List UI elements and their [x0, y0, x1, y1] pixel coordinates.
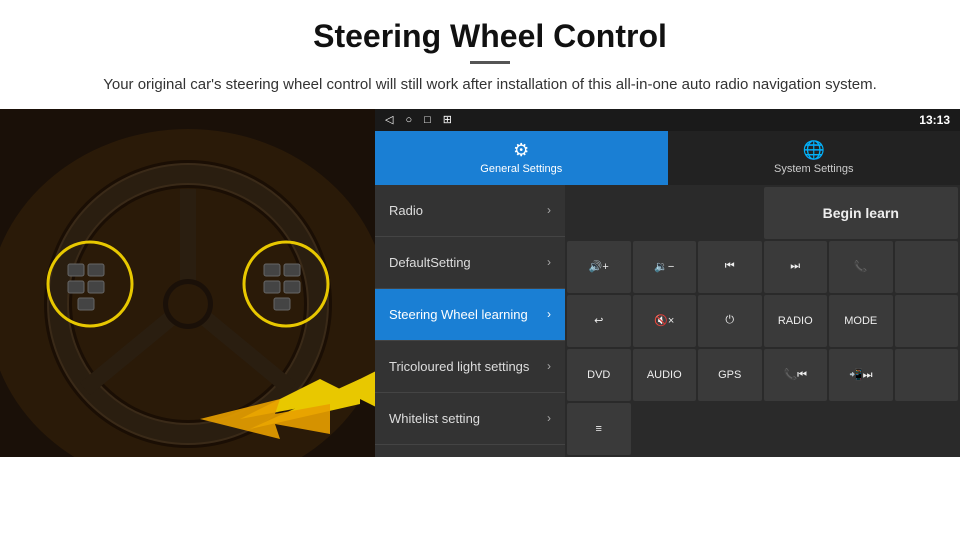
menu-item-radio[interactable]: Radio ›: [375, 185, 565, 237]
system-settings-icon: 🌐: [803, 140, 825, 161]
empty-cell-2: [895, 241, 959, 293]
menu-controls: Radio › DefaultSetting › Steering Wheel …: [375, 185, 960, 457]
empty-cell-1: [567, 187, 762, 239]
chevron-right-icon: ›: [547, 203, 551, 217]
page-title: Steering Wheel Control: [40, 18, 940, 55]
menu-item-default-label: DefaultSetting: [389, 255, 471, 270]
menu-item-tricoloured[interactable]: Tricoloured light settings ›: [375, 341, 565, 393]
menu-item-steering-wheel[interactable]: Steering Wheel learning ›: [375, 289, 565, 341]
menu-item-steering-label: Steering Wheel learning: [389, 307, 528, 322]
chevron-right-icon: ›: [547, 255, 551, 269]
mode-button[interactable]: MODE: [829, 295, 893, 347]
audio-button[interactable]: AUDIO: [633, 349, 697, 401]
steering-wheel-image: [0, 109, 375, 457]
tab-general[interactable]: ⚙ General Settings: [375, 131, 668, 185]
menu-item-default-setting[interactable]: DefaultSetting ›: [375, 237, 565, 289]
status-bar-time: 13:13: [919, 113, 950, 127]
tab-system-label: System Settings: [774, 163, 853, 175]
phone-button[interactable]: 📞: [829, 241, 893, 293]
general-settings-icon: ⚙: [513, 140, 529, 161]
title-divider: [470, 61, 510, 64]
empty-cell-4: [895, 349, 959, 401]
call-next-icon: 📲⏭: [849, 368, 873, 382]
volume-down-button[interactable]: 🔉−: [633, 241, 697, 293]
right-controls-grid: Begin learn 🔊+ 🔉− ⏮ ⏭ 📞: [565, 185, 960, 457]
status-bar: ◁ ○ □ ⊞ 13:13: [375, 109, 960, 131]
power-button[interactable]: ⏻: [698, 295, 762, 347]
volume-up-icon: 🔊+: [589, 260, 609, 273]
radio-label: RADIO: [778, 315, 813, 327]
menu-item-whitelist-label: Whitelist setting: [389, 411, 480, 426]
back-nav[interactable]: ◁: [385, 113, 393, 126]
dvd-label: DVD: [587, 369, 610, 381]
menu-item-tricoloured-label: Tricoloured light settings: [389, 359, 529, 374]
prev-track-button[interactable]: ⏮: [698, 241, 762, 293]
tab-bar: ⚙ General Settings 🌐 System Settings: [375, 131, 960, 185]
left-menu: Radio › DefaultSetting › Steering Wheel …: [375, 185, 565, 457]
mute-icon: 🔇×: [654, 314, 674, 327]
chevron-right-icon: ›: [547, 359, 551, 373]
back-button[interactable]: ↩: [567, 295, 631, 347]
volume-down-icon: 🔉−: [654, 260, 674, 273]
call-prev-button[interactable]: 📞⏮: [764, 349, 828, 401]
phone-icon: 📞: [854, 260, 868, 273]
header-section: Steering Wheel Control Your original car…: [0, 0, 980, 109]
dvd-button[interactable]: DVD: [567, 349, 631, 401]
chevron-right-icon: ›: [547, 307, 551, 321]
next-track-button[interactable]: ⏭: [764, 241, 828, 293]
content-row: ◁ ○ □ ⊞ 13:13 ⚙ General Settings 🌐 Syste…: [0, 109, 980, 457]
back-icon: ↩: [594, 314, 603, 327]
next-track-icon: ⏭: [790, 260, 800, 273]
gps-button[interactable]: GPS: [698, 349, 762, 401]
chevron-right-icon: ›: [547, 411, 551, 425]
home-nav[interactable]: ○: [405, 114, 412, 126]
android-ui: ◁ ○ □ ⊞ 13:13 ⚙ General Settings 🌐 Syste…: [375, 109, 960, 457]
cast-nav[interactable]: ⊞: [443, 113, 452, 126]
call-prev-icon: 📞⏮: [783, 368, 807, 382]
media-menu-button[interactable]: ≡: [567, 403, 631, 455]
audio-label: AUDIO: [647, 369, 682, 381]
menu-item-radio-label: Radio: [389, 203, 423, 218]
page-subtitle: Your original car's steering wheel contr…: [40, 74, 940, 97]
power-icon: ⏻: [725, 314, 734, 327]
status-bar-nav: ◁ ○ □ ⊞: [385, 113, 452, 126]
tab-system[interactable]: 🌐 System Settings: [668, 131, 961, 185]
menu-item-whitelist[interactable]: Whitelist setting ›: [375, 393, 565, 445]
prev-track-icon: ⏮: [725, 260, 735, 273]
recent-nav[interactable]: □: [424, 114, 431, 126]
gps-label: GPS: [718, 369, 741, 381]
mode-label: MODE: [844, 315, 877, 327]
media-menu-icon: ≡: [596, 423, 602, 435]
call-next-button[interactable]: 📲⏭: [829, 349, 893, 401]
tab-general-label: General Settings: [480, 163, 562, 175]
mute-button[interactable]: 🔇×: [633, 295, 697, 347]
radio-button[interactable]: RADIO: [764, 295, 828, 347]
begin-learn-button[interactable]: Begin learn: [764, 187, 959, 239]
empty-cell-3: [895, 295, 959, 347]
volume-up-button[interactable]: 🔊+: [567, 241, 631, 293]
